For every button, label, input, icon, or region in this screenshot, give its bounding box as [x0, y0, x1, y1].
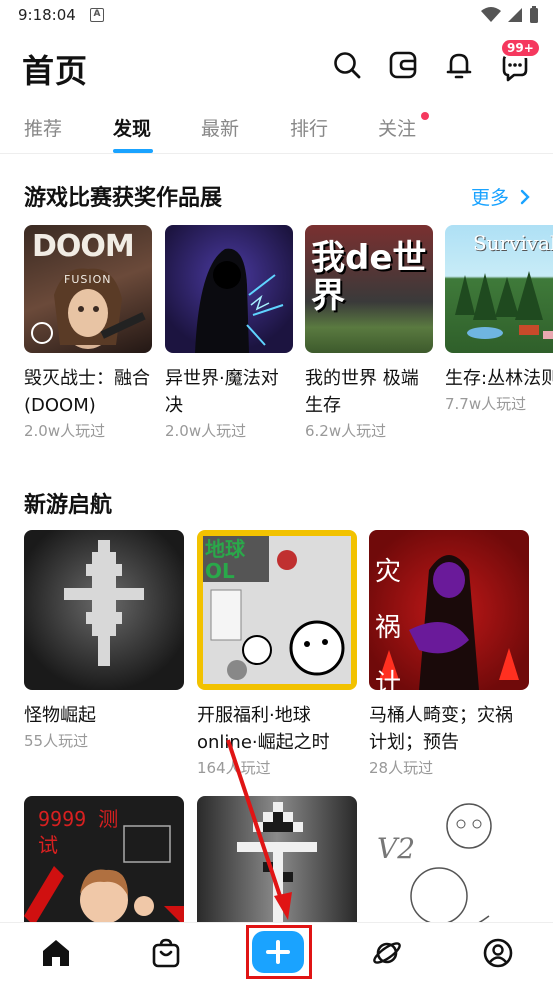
game-card[interactable]: 怪物崛起 55人玩过: [24, 530, 184, 751]
play-count: 7.7w人玩过: [445, 395, 527, 413]
header: 首页 99+: [0, 34, 553, 100]
tab-latest[interactable]: 最新: [201, 114, 239, 141]
thumb-title: 灾祸计划: [375, 557, 462, 690]
active-tab-indicator: [113, 149, 153, 153]
notification-badge: 99+: [500, 38, 541, 58]
game-title: 生存:丛林法则: [445, 368, 553, 389]
game-thumbnail: 灾祸计划: [369, 530, 529, 690]
tab-bar: 推荐 发现 最新 排行 关注: [0, 100, 553, 154]
game-title: 毁灭战士：融合 (DOOM): [24, 368, 150, 416]
a-notification-icon: A: [90, 8, 104, 22]
search-icon[interactable]: [332, 50, 362, 80]
game-card[interactable]: DOOM FUSION 毁灭战士：融合 (DOOM) 2.0w人玩过: [24, 225, 152, 441]
game-title: 我的世界 极端生存: [305, 368, 419, 416]
game-title: 异世界·魔法对决: [165, 368, 279, 416]
shop-bag-icon[interactable]: [150, 937, 182, 969]
game-title: 马桶人畸变；灾祸计划；预告: [369, 705, 513, 753]
status-bar: 9:18:04 A: [0, 0, 553, 34]
magic-duel-artwork: [195, 248, 284, 353]
bottom-nav: [0, 922, 553, 984]
game-thumbnail: 我de世界: [305, 225, 433, 353]
section-title-contest: 游戏比赛获奖作品展: [24, 186, 223, 211]
play-count: 2.0w人玩过: [24, 422, 106, 440]
more-label: 更多: [470, 187, 509, 209]
game-card[interactable]: 灾祸计划 马桶人畸变；灾祸计划；预告 28人玩过: [369, 530, 529, 778]
bell-icon[interactable]: [444, 50, 474, 80]
chevron-right-icon: [520, 189, 530, 205]
play-count: 28人玩过: [369, 759, 434, 777]
thumb-title: 我de世界: [311, 238, 427, 316]
thumb-subtitle: FUSION: [64, 273, 112, 286]
section-title-new-games: 新游启航: [24, 493, 113, 518]
thumb-title: Survival: [473, 231, 553, 255]
pixel-sword-artwork: [64, 540, 144, 666]
wifi-icon: [481, 7, 501, 22]
profile-icon[interactable]: [482, 937, 514, 969]
thumb-title: DOOM: [32, 229, 135, 264]
status-indicators: [481, 6, 539, 24]
game-thumbnail: Survival: [445, 225, 553, 353]
planet-icon[interactable]: [371, 937, 403, 969]
home-icon[interactable]: [40, 937, 72, 969]
game-card[interactable]: Survival 生存:丛林法则 7.7w人玩过: [445, 225, 553, 414]
play-count: 55人玩过: [24, 732, 89, 750]
tab-ranking[interactable]: 排行: [290, 114, 328, 141]
thumb-title: 9999 测试: [38, 807, 119, 857]
game-thumbnail: 地球OL: [197, 530, 357, 690]
tab-recommend[interactable]: 推荐: [24, 114, 62, 141]
annotation-highlight-box: [246, 925, 312, 979]
game-card[interactable]: 地球OL 开服福利·地球online·崛起之时 164人玩过: [197, 530, 357, 778]
tab-following[interactable]: 关注: [378, 114, 416, 141]
signal-icon: [508, 8, 522, 22]
battery-icon: [530, 6, 538, 23]
status-time: 9:18:04: [18, 6, 76, 24]
game-title: 开服福利·地球online·崛起之时: [197, 705, 330, 753]
game-title: 怪物崛起: [24, 705, 96, 726]
page-title: 首页: [22, 52, 89, 90]
game-thumbnail: [165, 225, 293, 353]
play-count: 164人玩过: [197, 759, 271, 777]
more-link[interactable]: 更多: [471, 183, 531, 210]
following-dot-indicator: [421, 112, 429, 120]
game-thumbnail: DOOM FUSION: [24, 225, 152, 353]
thumb-title: V2: [377, 832, 416, 865]
wallet-icon[interactable]: [388, 50, 418, 80]
tab-discover[interactable]: 发现: [113, 114, 151, 141]
play-count: 6.2w人玩过: [305, 422, 387, 440]
game-thumbnail: [24, 530, 184, 690]
game-card[interactable]: 我de世界 我的世界 极端生存 6.2w人玩过: [305, 225, 433, 441]
thumb-title: 地球OL: [205, 537, 245, 583]
game-card[interactable]: 异世界·魔法对决 2.0w人玩过: [165, 225, 293, 441]
play-count: 2.0w人玩过: [165, 422, 247, 440]
